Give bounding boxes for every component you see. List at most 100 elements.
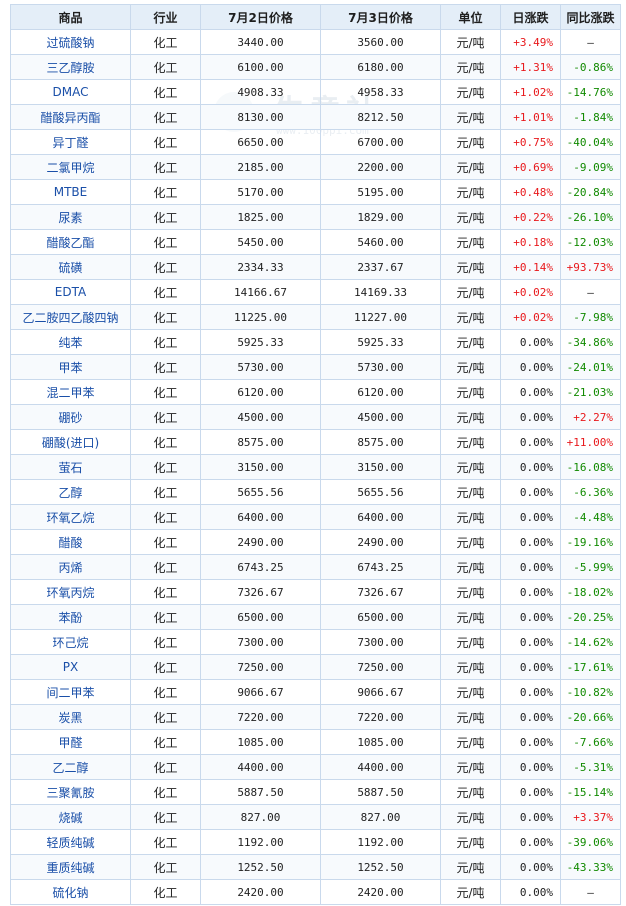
header-price-curr[interactable]: 7月3日价格: [320, 4, 441, 30]
commodity-name-link[interactable]: 尿素: [10, 204, 131, 230]
commodity-name-link[interactable]: 轻质纯碱: [10, 829, 131, 855]
table-row: 环氧乙烷 化工 6400.00 6400.00 元/吨 0.00% -4.48%: [10, 504, 621, 530]
yoy-change-cell: -9.09%: [560, 154, 621, 180]
price-curr-cell: 1085.00: [320, 729, 441, 755]
price-prev-cell: 5655.56: [200, 479, 321, 505]
commodity-name-link[interactable]: 乙醇: [10, 479, 131, 505]
header-name[interactable]: 商品: [10, 4, 131, 30]
commodity-name-link[interactable]: 丙烯: [10, 554, 131, 580]
industry-cell: 化工: [130, 879, 201, 905]
industry-cell: 化工: [130, 704, 201, 730]
price-curr-cell: 7220.00: [320, 704, 441, 730]
table-row: 乙醇 化工 5655.56 5655.56 元/吨 0.00% -6.36%: [10, 479, 621, 505]
price-prev-cell: 8575.00: [200, 429, 321, 455]
daily-change-cell: 0.00%: [500, 554, 561, 580]
unit-cell: 元/吨: [440, 154, 501, 180]
price-prev-cell: 6100.00: [200, 54, 321, 80]
price-curr-cell: 4958.33: [320, 79, 441, 105]
price-table: 商品 行业 7月2日价格 7月3日价格 单位 日涨跌 同比涨跌 过硫酸钠 化工 34…: [10, 4, 621, 905]
commodity-name-link[interactable]: 醋酸: [10, 529, 131, 555]
price-prev-cell: 7250.00: [200, 654, 321, 680]
commodity-name-link[interactable]: 萤石: [10, 454, 131, 480]
commodity-name-link[interactable]: 三乙醇胺: [10, 54, 131, 80]
yoy-change-cell: -15.14%: [560, 779, 621, 805]
commodity-name-link[interactable]: 硼酸(进口): [10, 429, 131, 455]
yoy-change-cell: -7.98%: [560, 304, 621, 330]
price-curr-cell: 14169.33: [320, 279, 441, 305]
commodity-name-link[interactable]: 环己烷: [10, 629, 131, 655]
price-curr-cell: 11227.00: [320, 304, 441, 330]
table-row: 苯酚 化工 6500.00 6500.00 元/吨 0.00% -20.25%: [10, 604, 621, 630]
price-curr-cell: 2420.00: [320, 879, 441, 905]
table-header-row: 商品 行业 7月2日价格 7月3日价格 单位 日涨跌 同比涨跌: [10, 4, 621, 30]
commodity-name-link[interactable]: 环氧丙烷: [10, 579, 131, 605]
price-curr-cell: 827.00: [320, 804, 441, 830]
table-row: MTBE 化工 5170.00 5195.00 元/吨 +0.48% -20.84%: [10, 179, 621, 205]
header-daily[interactable]: 日涨跌: [500, 4, 561, 30]
industry-cell: 化工: [130, 29, 201, 55]
header-unit[interactable]: 单位: [440, 4, 501, 30]
commodity-name-link[interactable]: 纯苯: [10, 329, 131, 355]
commodity-name-link[interactable]: 甲苯: [10, 354, 131, 380]
commodity-name-link[interactable]: 三聚氰胺: [10, 779, 131, 805]
header-industry[interactable]: 行业: [130, 4, 201, 30]
header-price-prev[interactable]: 7月2日价格: [200, 4, 321, 30]
commodity-name-link[interactable]: 间二甲苯: [10, 679, 131, 705]
commodity-name-link[interactable]: 重质纯碱: [10, 854, 131, 880]
commodity-name-link[interactable]: 醋酸异丙酯: [10, 104, 131, 130]
price-curr-cell: 7250.00: [320, 654, 441, 680]
table-row: 尿素 化工 1825.00 1829.00 元/吨 +0.22% -26.10%: [10, 204, 621, 230]
commodity-name-link[interactable]: 混二甲苯: [10, 379, 131, 405]
commodity-name-link[interactable]: 乙二胺四乙酸四钠: [10, 304, 131, 330]
commodity-name-link[interactable]: 苯酚: [10, 604, 131, 630]
commodity-name-link[interactable]: 过硫酸钠: [10, 29, 131, 55]
unit-cell: 元/吨: [440, 529, 501, 555]
unit-cell: 元/吨: [440, 879, 501, 905]
commodity-name-link[interactable]: 环氧乙烷: [10, 504, 131, 530]
price-curr-cell: 3150.00: [320, 454, 441, 480]
price-prev-cell: 1252.50: [200, 854, 321, 880]
yoy-change-cell: +93.73%: [560, 254, 621, 280]
commodity-name-link[interactable]: DMAC: [10, 79, 131, 105]
price-prev-cell: 3440.00: [200, 29, 321, 55]
table-row: 硫磺 化工 2334.33 2337.67 元/吨 +0.14% +93.73%: [10, 254, 621, 280]
industry-cell: 化工: [130, 229, 201, 255]
commodity-name-link[interactable]: 炭黑: [10, 704, 131, 730]
yoy-change-cell: -5.31%: [560, 754, 621, 780]
price-curr-cell: 2200.00: [320, 154, 441, 180]
industry-cell: 化工: [130, 804, 201, 830]
commodity-name-link[interactable]: 二氯甲烷: [10, 154, 131, 180]
price-curr-cell: 9066.67: [320, 679, 441, 705]
price-prev-cell: 5450.00: [200, 229, 321, 255]
commodity-name-link[interactable]: 醋酸乙酯: [10, 229, 131, 255]
commodity-name-link[interactable]: 硼砂: [10, 404, 131, 430]
header-yoy[interactable]: 同比涨跌: [560, 4, 621, 30]
commodity-name-link[interactable]: 硫磺: [10, 254, 131, 280]
price-prev-cell: 4400.00: [200, 754, 321, 780]
table-row: 甲醛 化工 1085.00 1085.00 元/吨 0.00% -7.66%: [10, 729, 621, 755]
commodity-name-link[interactable]: PX: [10, 654, 131, 680]
commodity-name-link[interactable]: 甲醛: [10, 729, 131, 755]
daily-change-cell: 0.00%: [500, 679, 561, 705]
commodity-name-link[interactable]: 乙二醇: [10, 754, 131, 780]
yoy-change-cell: -26.10%: [560, 204, 621, 230]
yoy-change-cell: -5.99%: [560, 554, 621, 580]
daily-change-cell: 0.00%: [500, 879, 561, 905]
commodity-name-link[interactable]: 异丁醛: [10, 129, 131, 155]
table-row: 甲苯 化工 5730.00 5730.00 元/吨 0.00% -24.01%: [10, 354, 621, 380]
commodity-name-link[interactable]: EDTA: [10, 279, 131, 305]
price-curr-cell: 6500.00: [320, 604, 441, 630]
commodity-name-link[interactable]: 硫化钠: [10, 879, 131, 905]
table-row: PX 化工 7250.00 7250.00 元/吨 0.00% -17.61%: [10, 654, 621, 680]
industry-cell: 化工: [130, 854, 201, 880]
price-prev-cell: 5730.00: [200, 354, 321, 380]
daily-change-cell: 0.00%: [500, 454, 561, 480]
commodity-name-link[interactable]: MTBE: [10, 179, 131, 205]
daily-change-cell: +0.02%: [500, 304, 561, 330]
unit-cell: 元/吨: [440, 804, 501, 830]
industry-cell: 化工: [130, 604, 201, 630]
commodity-name-link[interactable]: 烧碱: [10, 804, 131, 830]
yoy-change-cell: -12.03%: [560, 229, 621, 255]
industry-cell: 化工: [130, 654, 201, 680]
daily-change-cell: 0.00%: [500, 729, 561, 755]
